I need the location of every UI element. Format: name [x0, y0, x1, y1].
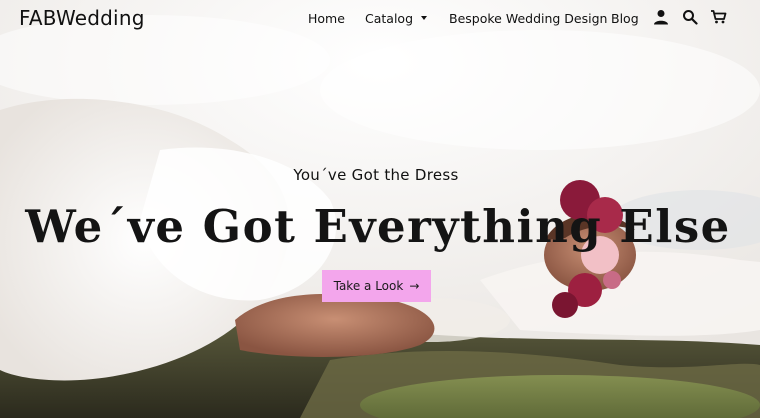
hero-headline: We´ve Got Everything Else — [25, 200, 731, 253]
search-icon[interactable] — [682, 9, 700, 27]
cart-icon[interactable] — [710, 9, 728, 27]
arrow-right-icon: → — [409, 279, 420, 293]
nav-item-catalog[interactable]: Catalog — [365, 11, 428, 26]
main-nav: Home Catalog Bespoke Wedding Design Blog — [0, 11, 760, 31]
nav-item-blog[interactable]: Blog — [611, 11, 639, 26]
take-a-look-button[interactable]: Take a Look → — [322, 270, 431, 302]
nav-item-catalog-label: Catalog — [365, 11, 414, 26]
nav-item-home[interactable]: Home — [308, 11, 345, 26]
nav-item-bespoke-wedding-design[interactable]: Bespoke Wedding Design — [449, 11, 607, 26]
cta-label: Take a Look — [333, 279, 404, 293]
account-icon[interactable] — [653, 9, 671, 27]
chevron-down-icon — [421, 15, 428, 20]
hero-subtitle: You´ve Got the Dress — [293, 166, 459, 184]
site-header: FABWedding Home Catalog Bespoke Wedding … — [0, 0, 760, 40]
